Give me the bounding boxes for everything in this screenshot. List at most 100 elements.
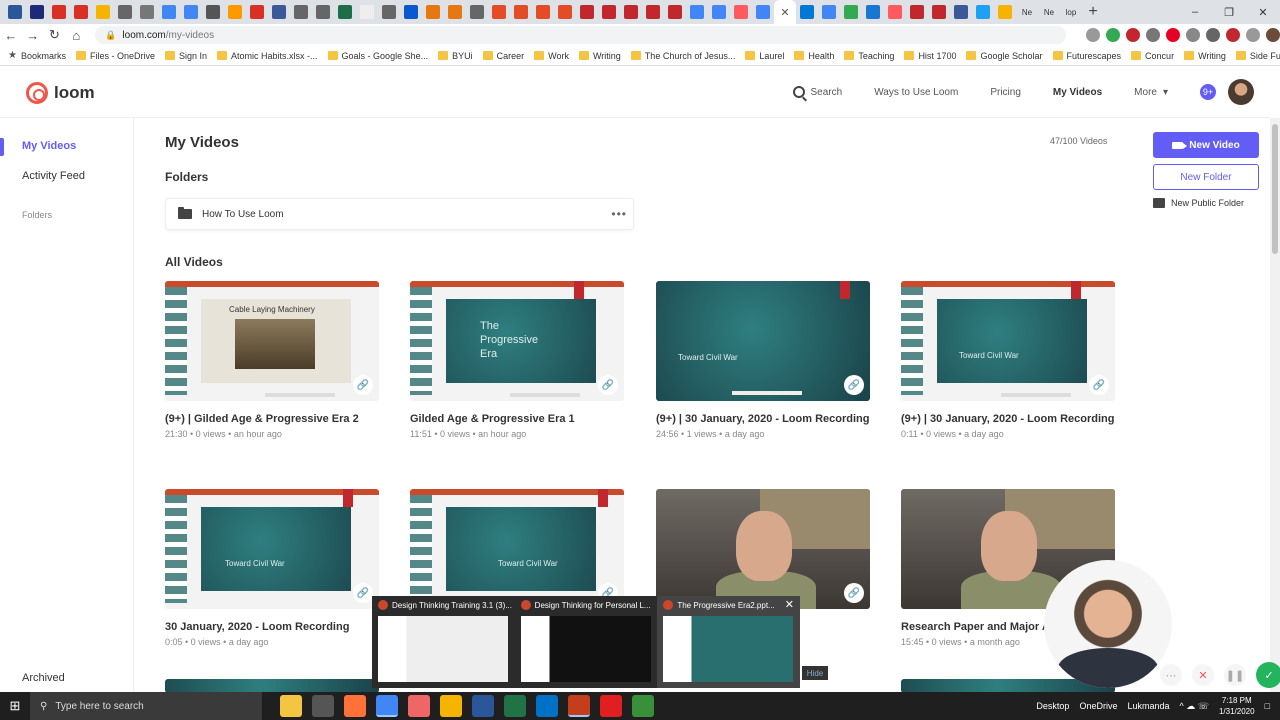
extension-icon[interactable] (1246, 28, 1261, 42)
video-card[interactable]: 🔗 (656, 489, 870, 609)
tray-icons[interactable]: ^ ☁ ☏ (1179, 701, 1208, 712)
pause-icon[interactable]: ❚❚ (1224, 664, 1246, 686)
firefox-icon[interactable] (344, 695, 366, 717)
link-icon[interactable]: 🔗 (353, 583, 373, 603)
minimize-icon[interactable]: – (1178, 6, 1212, 18)
finish-recording-icon[interactable]: ✓ (1256, 662, 1280, 688)
page-scrollbar[interactable] (1270, 118, 1280, 692)
browser-tab[interactable] (400, 0, 422, 24)
browser-tab[interactable] (752, 0, 774, 24)
powerpoint-icon[interactable] (568, 695, 590, 717)
bookmark-item[interactable]: BYUi (438, 51, 473, 61)
video-thumbnail[interactable]: Toward Civil War 🔗 (165, 489, 379, 609)
browser-tab[interactable] (994, 0, 1016, 24)
bookmark-item[interactable]: Writing (1184, 51, 1226, 61)
bookmark-item[interactable]: Hist 1700 (904, 51, 956, 61)
windows-start-icon[interactable]: ⊞ (0, 698, 30, 714)
browser-tab[interactable] (818, 0, 840, 24)
browser-tab[interactable] (202, 0, 224, 24)
browser-tab[interactable] (840, 0, 862, 24)
restore-icon[interactable]: ❐ (1212, 6, 1246, 19)
video-title[interactable]: (9+) | 30 January, 2020 - Loom Recording (656, 411, 870, 428)
notification-icon[interactable]: □ (1265, 701, 1270, 711)
browser-tab[interactable] (312, 0, 334, 24)
bookmark-item[interactable]: The Church of Jesus... (630, 51, 735, 61)
video-title[interactable]: 30 January, 2020 - Loom Recording (165, 619, 379, 636)
bookmark-item[interactable]: Work (534, 51, 569, 61)
extension-icon[interactable] (1206, 28, 1221, 42)
browser-tab[interactable] (532, 0, 554, 24)
browser-tab[interactable] (686, 0, 708, 24)
video-thumbnail[interactable] (165, 679, 379, 692)
video-thumbnail[interactable]: 🔗 (656, 489, 870, 609)
browser-tab[interactable] (92, 0, 114, 24)
browser-tab[interactable] (620, 0, 642, 24)
extension-icon[interactable] (1086, 28, 1101, 42)
browser-tab[interactable] (378, 0, 400, 24)
browser-tab[interactable] (950, 0, 972, 24)
video-thumbnail[interactable]: Toward Civil War 🔗 (656, 281, 870, 401)
video-title[interactable]: (9+) | Gilded Age & Progressive Era 2 (165, 411, 379, 428)
browser-tab[interactable] (466, 0, 488, 24)
browser-tab[interactable] (4, 0, 26, 24)
browser-tab[interactable] (664, 0, 686, 24)
browser-tab[interactable] (290, 0, 312, 24)
browser-tab[interactable] (510, 0, 532, 24)
video-thumbnail[interactable]: Toward Civil War 🔗 (410, 489, 624, 609)
link-icon[interactable]: 🔗 (1089, 375, 1109, 395)
browser-tab[interactable] (70, 0, 92, 24)
link-icon[interactable]: 🔗 (598, 375, 618, 395)
bookmark-item[interactable]: Files - OneDrive (75, 51, 155, 61)
extension-icon[interactable] (1226, 28, 1241, 42)
preview-item[interactable]: The Progressive Era2.ppt... ✕ (657, 596, 801, 688)
browser-tab[interactable] (730, 0, 752, 24)
cancel-recording-icon[interactable]: ✕ (1192, 664, 1214, 686)
bookmark-item[interactable]: ★ Bookmarks (8, 50, 66, 61)
taskbar-search[interactable]: ⚲ Type here to search (30, 692, 262, 720)
new-tab-button[interactable]: + (1082, 3, 1104, 21)
browser-tab[interactable] (598, 0, 620, 24)
link-icon[interactable]: 🔗 (353, 375, 373, 395)
extension-icon[interactable] (1146, 28, 1161, 42)
extension-icon[interactable] (1126, 28, 1141, 42)
excel-icon[interactable] (504, 695, 526, 717)
browser-tab[interactable] (246, 0, 268, 24)
bookmark-item[interactable]: Side Funds (1235, 51, 1280, 61)
nav-my-videos[interactable]: My Videos (1053, 87, 1102, 98)
nav-more[interactable]: More ▾ (1134, 87, 1168, 98)
bookmark-item[interactable]: Laurel (745, 51, 784, 61)
browser-tab[interactable] (928, 0, 950, 24)
browser-tab[interactable] (422, 0, 444, 24)
bookmark-item[interactable]: Google Scholar (966, 51, 1043, 61)
browser-tab[interactable] (48, 0, 70, 24)
app-icon[interactable] (408, 695, 430, 717)
video-title[interactable]: (9+) | 30 January, 2020 - Loom Recording (901, 411, 1115, 428)
browser-tab[interactable] (576, 0, 598, 24)
file-explorer-icon[interactable] (280, 695, 302, 717)
app-icon[interactable] (632, 695, 654, 717)
address-bar[interactable]: 🔒 loom.com/my-videos (95, 26, 1067, 44)
more-icon[interactable]: ⋯ (1160, 664, 1182, 686)
bookmark-item[interactable]: Concur (1131, 51, 1174, 61)
browser-tab[interactable] (884, 0, 906, 24)
nav-ways-to-use[interactable]: Ways to Use Loom (874, 87, 958, 98)
desktop-label[interactable]: Desktop (1036, 701, 1069, 711)
browser-tab[interactable] (334, 0, 356, 24)
bookmark-item[interactable]: Writing (578, 51, 621, 61)
browser-tab[interactable]: Ne (1038, 0, 1060, 24)
browser-tab[interactable] (554, 0, 576, 24)
nav-search[interactable]: Search (792, 86, 842, 98)
video-thumbnail[interactable]: Toward Civil War 🔗 (901, 281, 1115, 401)
profile-avatar[interactable] (1266, 28, 1280, 42)
video-card[interactable]: Toward Civil War 🔗 (9+) | 30 January, 20… (901, 281, 1115, 439)
close-tab-icon[interactable]: ✕ (780, 6, 789, 19)
new-public-folder-button[interactable]: New Public Folder (1153, 198, 1259, 208)
bookmark-item[interactable]: Sign In (165, 51, 207, 61)
extension-icon[interactable] (1186, 28, 1201, 42)
sidebar-item-archived[interactable]: Archived (22, 672, 65, 684)
browser-tab[interactable] (708, 0, 730, 24)
forward-arrow-icon[interactable]: → (22, 28, 44, 43)
browser-tab[interactable] (158, 0, 180, 24)
video-thumbnail[interactable]: The Progressive Era 🔗 (410, 281, 624, 401)
browser-tab[interactable] (444, 0, 466, 24)
